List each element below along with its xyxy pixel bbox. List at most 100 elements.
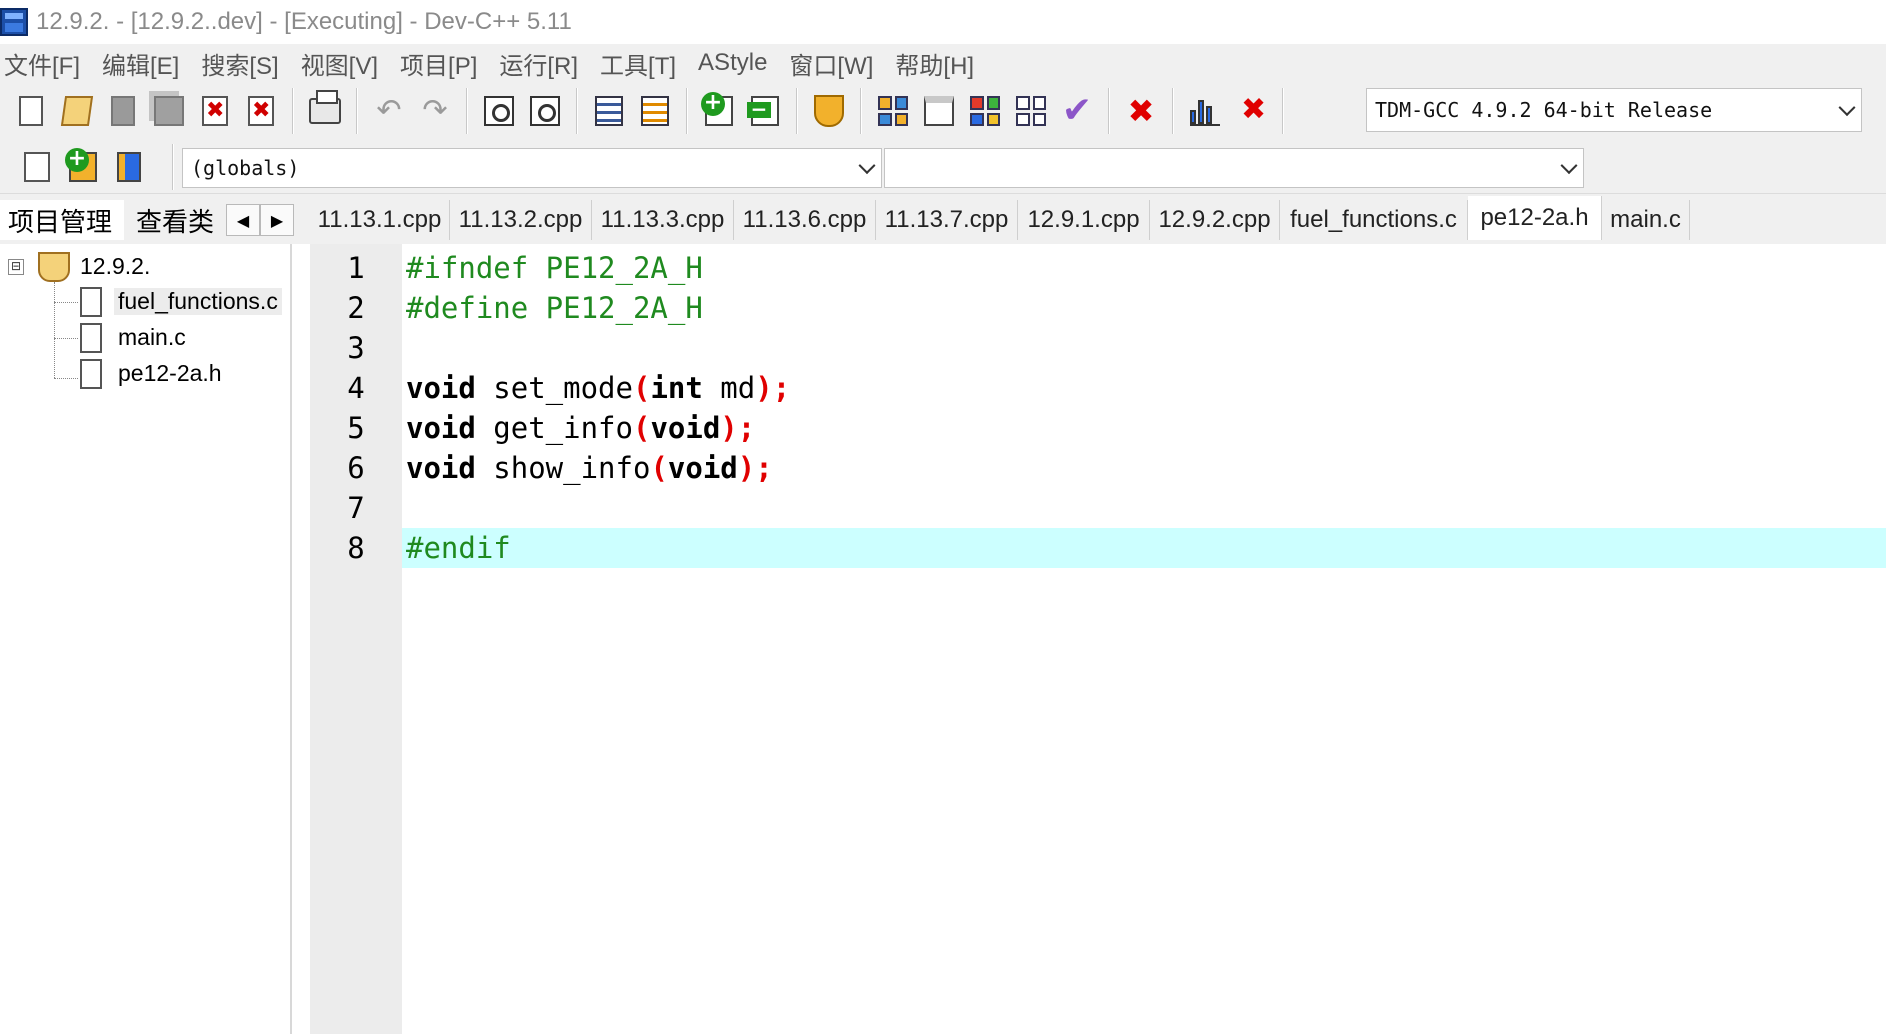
rebuild-all-icon (1016, 96, 1046, 126)
project-icon (38, 252, 70, 282)
tab-project[interactable]: 项目管理 (0, 200, 124, 240)
undo-button[interactable]: ↶ (370, 92, 408, 130)
tab-scroll-left-button[interactable]: ◀ (226, 204, 260, 236)
print-button[interactable] (306, 90, 344, 130)
project-options-button[interactable] (810, 92, 848, 130)
file-tab[interactable]: 11.13.6.cpp (734, 200, 876, 240)
code-token: ( (650, 451, 668, 485)
printer-icon (309, 90, 341, 124)
code-line[interactable]: 5 void get_info(void); (310, 408, 1886, 448)
rebuild-all-button[interactable] (1012, 92, 1050, 130)
menu-window[interactable]: 窗口[W] (785, 46, 887, 81)
code-line[interactable]: 2 #define PE12_2A_H (310, 288, 1886, 328)
save-button[interactable] (104, 92, 142, 130)
save-all-button[interactable] (150, 92, 188, 130)
remove-from-project-button[interactable] (746, 92, 784, 130)
goto-bookmark-button[interactable] (110, 148, 148, 186)
toolbar-separator (466, 88, 468, 134)
profile-button[interactable] (1186, 92, 1224, 130)
file-tab[interactable]: main.c (1602, 200, 1690, 240)
menu-edit[interactable]: 编辑[E] (98, 46, 193, 81)
tree-connector (54, 302, 78, 303)
tree-connector (54, 338, 78, 339)
tree-file-node[interactable]: main.c (118, 324, 186, 351)
replace-icon (530, 96, 560, 126)
compile-run-button[interactable] (966, 92, 1004, 130)
file-tab[interactable]: 11.13.2.cpp (450, 200, 592, 240)
indent-button[interactable] (636, 92, 674, 130)
file-tab[interactable]: 11.13.1.cpp (310, 200, 450, 240)
insert-button[interactable] (18, 148, 56, 186)
tab-classes[interactable]: 查看类 (128, 200, 224, 240)
file-tab-label: 11.13.7.cpp (884, 206, 1009, 233)
compiler-select[interactable]: TDM-GCC 4.9.2 64-bit Release (1366, 88, 1862, 132)
file-tab-label: 11.13.3.cpp (600, 206, 725, 233)
code-token: int (650, 371, 703, 405)
replace-button[interactable] (526, 92, 564, 130)
bookmark-add-icon (65, 148, 97, 182)
insert-icon (24, 152, 50, 182)
code-line[interactable]: 3 (310, 328, 1886, 368)
code-text: #ifndef PE12_2A_H (406, 248, 703, 288)
delete-profile-button[interactable] (1232, 92, 1270, 130)
run-icon (924, 96, 954, 126)
toolbar-separator (1282, 88, 1284, 134)
goto-line-icon (595, 96, 623, 126)
file-tab-active[interactable]: pe12-2a.h (1468, 196, 1602, 240)
undo-icon: ↶ (376, 93, 402, 128)
close-all-button[interactable] (242, 92, 280, 130)
file-tab[interactable]: 11.13.3.cpp (592, 200, 734, 240)
code-token: get_info (475, 411, 633, 445)
file-tab[interactable]: 12.9.1.cpp (1018, 200, 1150, 240)
code-line[interactable]: 8 #endif (310, 528, 1886, 568)
scope-select-value: (globals) (191, 156, 300, 180)
member-select[interactable] (884, 148, 1584, 188)
menu-help[interactable]: 帮助[H] (891, 46, 988, 81)
file-tab[interactable]: 11.13.7.cpp (876, 200, 1018, 240)
tree-file-node[interactable]: fuel_functions.c (114, 288, 282, 315)
code-line[interactable]: 1 #ifndef PE12_2A_H (310, 248, 1886, 288)
find-button[interactable] (480, 92, 518, 130)
menu-search[interactable]: 搜索[S] (197, 46, 292, 81)
goto-line-button[interactable] (590, 92, 628, 130)
tree-collapse-toggle[interactable]: ⊟ (8, 259, 24, 275)
stop-execution-button[interactable]: ✖ (1122, 92, 1160, 130)
window-title: 12.9.2. - [12.9.2..dev] - [Executing] - … (36, 8, 572, 35)
menu-tools[interactable]: 工具[T] (596, 46, 690, 81)
code-line[interactable]: 4 void set_mode(int md); (310, 368, 1886, 408)
file-tab[interactable]: 12.9.2.cpp (1150, 200, 1280, 240)
devcpp-app-icon[interactable] (0, 8, 28, 36)
menu-astyle[interactable]: AStyle (694, 49, 781, 77)
line-number: 3 (310, 328, 402, 368)
redo-button[interactable]: ↷ (416, 92, 454, 130)
add-to-project-button[interactable] (700, 92, 738, 130)
tree-project-node[interactable]: 12.9.2. (80, 253, 150, 280)
chevron-down-icon[interactable] (1560, 157, 1578, 175)
menu-project[interactable]: 项目[P] (396, 46, 491, 81)
file-tab-label: fuel_functions.c (1290, 206, 1457, 233)
tab-project-label: 项目管理 (8, 206, 113, 237)
indent-icon (641, 96, 669, 126)
toggle-bookmark-button[interactable] (64, 148, 102, 186)
file-tab[interactable]: fuel_functions.c (1280, 200, 1468, 240)
chevron-down-icon[interactable] (858, 157, 876, 175)
menu-file[interactable]: 文件[F] (0, 46, 94, 81)
new-file-button[interactable] (12, 92, 50, 130)
run-button[interactable] (920, 92, 958, 130)
toolbar-separator (576, 88, 578, 134)
open-button[interactable] (58, 92, 96, 130)
close-button[interactable] (196, 92, 234, 130)
compile-button[interactable] (874, 92, 912, 130)
scope-select[interactable]: (globals) (182, 148, 882, 188)
code-editor[interactable]: 1 #ifndef PE12_2A_H 2 #define PE12_2A_H 3 4 vo… (310, 244, 1886, 1034)
chevron-down-icon[interactable] (1838, 99, 1856, 117)
file-tab-label: 11.13.1.cpp (317, 206, 442, 233)
syntax-check-button[interactable]: ✔ (1058, 92, 1096, 130)
tree-connector (54, 282, 55, 378)
code-line[interactable]: 7 (310, 488, 1886, 528)
tree-file-node[interactable]: pe12-2a.h (118, 360, 222, 387)
menu-view[interactable]: 视图[V] (297, 46, 392, 81)
code-line[interactable]: 6 void show_info(void); (310, 448, 1886, 488)
tab-scroll-right-button[interactable]: ▶ (260, 204, 294, 236)
menu-run[interactable]: 运行[R] (495, 46, 592, 81)
